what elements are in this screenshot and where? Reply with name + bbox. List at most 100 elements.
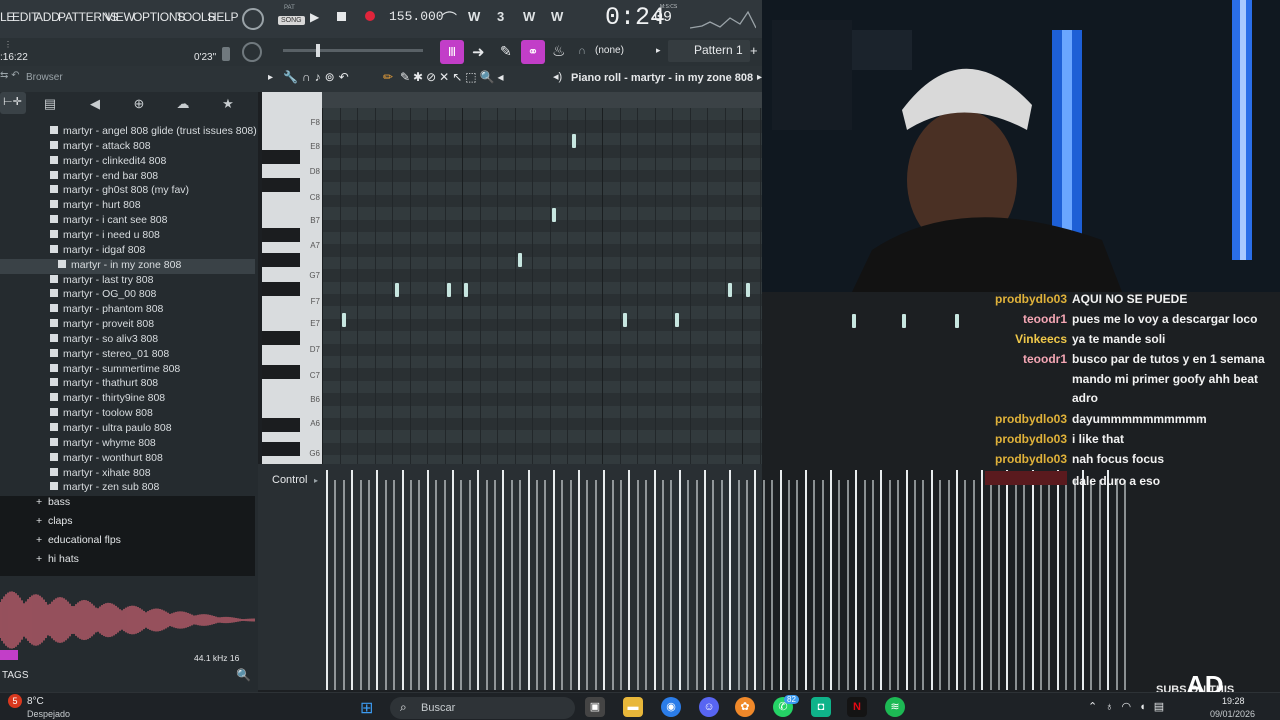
velocity-bar[interactable] — [594, 480, 597, 690]
chat-username[interactable]: prodbydlo03 — [985, 430, 1067, 450]
sample-play-marker[interactable] — [0, 650, 18, 660]
browser-cloud-icon[interactable]: ☁ — [173, 96, 193, 114]
velocity-bar[interactable] — [998, 480, 1000, 690]
link-icon[interactable]: ⚭ — [521, 40, 545, 64]
grid-row[interactable] — [322, 418, 762, 431]
velocity-bar[interactable] — [368, 480, 370, 690]
velocity-bar[interactable] — [762, 480, 765, 690]
browser-item[interactable]: martyr - stereo_01 808 — [0, 348, 255, 363]
velocity-bar[interactable] — [855, 470, 858, 690]
grid-row[interactable] — [322, 244, 762, 257]
grid-row[interactable] — [322, 318, 762, 332]
browser-item[interactable]: martyr - phantom 808 — [0, 303, 255, 318]
note[interactable] — [902, 314, 906, 328]
weather-desc[interactable]: Despejado — [27, 709, 70, 719]
grid-row[interactable] — [322, 194, 762, 208]
browser-item[interactable]: martyr - toolow 808 — [0, 407, 255, 422]
velocity-bar[interactable] — [956, 470, 958, 690]
velocity-bar[interactable] — [1073, 480, 1076, 690]
velocity-bar[interactable] — [695, 480, 698, 690]
velocity-bar[interactable] — [611, 480, 614, 690]
velocity-bar[interactable] — [418, 480, 421, 690]
velocity-bar[interactable] — [452, 470, 454, 690]
chat-username[interactable]: prodbydlo03 — [985, 450, 1067, 470]
metronome-icon[interactable]: ⌒ — [442, 8, 457, 29]
velocity-bar[interactable] — [1107, 470, 1110, 690]
browser-speaker-icon[interactable]: ◀ — [85, 96, 105, 114]
velocity-bar[interactable] — [804, 470, 807, 690]
grid-row[interactable] — [322, 356, 762, 369]
velocity-bar[interactable] — [401, 470, 404, 690]
pattern-name[interactable]: Pattern 1 — [694, 43, 743, 57]
velocity-bar[interactable] — [1040, 480, 1042, 690]
grid-row[interactable] — [322, 256, 762, 270]
velocity-bar[interactable] — [830, 470, 832, 690]
pr-edit-tool-icons[interactable]: ✎✱⊘✕↖⬚🔍◂ — [400, 70, 507, 84]
folder-claps[interactable]: + claps — [0, 515, 255, 534]
velocity-bar[interactable] — [351, 470, 354, 690]
velocity-bar[interactable] — [788, 480, 790, 690]
arrow-right-icon[interactable]: ➜ — [472, 43, 485, 61]
velocity-bar[interactable] — [737, 480, 740, 690]
chat-username[interactable]: teoodr1 — [985, 310, 1067, 330]
grid-row[interactable] — [322, 455, 762, 464]
velocity-bar[interactable] — [410, 480, 412, 690]
velocity-bar[interactable] — [359, 480, 362, 690]
wait-icon[interactable]: W — [468, 9, 480, 24]
velocity-bar[interactable] — [519, 480, 522, 690]
stop-button[interactable] — [337, 12, 346, 21]
velocity-bar[interactable] — [443, 480, 446, 690]
velocity-bar[interactable] — [1031, 470, 1034, 690]
countdown-icon[interactable]: 3 — [497, 9, 504, 24]
grid-row[interactable] — [322, 108, 762, 121]
pr-tool-icons[interactable]: 🔧∩♪⊚↶ — [283, 70, 353, 84]
velocity-bar[interactable] — [527, 470, 530, 690]
velocity-bar[interactable] — [552, 470, 555, 690]
velocity-bar[interactable] — [468, 480, 471, 690]
notification-badge[interactable]: 5 — [8, 694, 22, 708]
song-mode-toggle[interactable]: SONG — [278, 16, 305, 25]
black-key[interactable] — [262, 282, 300, 296]
tempo-display[interactable]: 155.000 — [389, 9, 444, 24]
grid-row[interactable] — [322, 219, 762, 232]
velocity-bar[interactable] — [989, 480, 992, 690]
velocity-bar[interactable] — [1006, 470, 1009, 690]
velocity-bar[interactable] — [930, 470, 933, 690]
browser-item[interactable]: martyr - gh0st 808 (my fav) — [0, 184, 255, 199]
browser-all-tab[interactable]: ⊢✛ — [0, 92, 26, 114]
note[interactable] — [342, 313, 346, 327]
browser-item[interactable]: martyr - wonthurt 808 — [0, 452, 255, 467]
velocity-bar[interactable] — [636, 480, 639, 690]
velocity-bar[interactable] — [1056, 470, 1059, 690]
fl-studio-icon[interactable]: ✿ — [735, 697, 755, 717]
magnet-icon[interactable]: ∩ — [578, 45, 586, 57]
note[interactable] — [552, 208, 556, 222]
velocity-bar[interactable] — [712, 480, 715, 690]
grid-row[interactable] — [322, 380, 762, 394]
velocity-bar[interactable] — [905, 470, 908, 690]
velocity-bar[interactable] — [510, 480, 513, 690]
folder-hi-hats[interactable]: + hi hats — [0, 553, 255, 576]
velocity-bar[interactable] — [544, 480, 547, 690]
velocity-bar[interactable] — [939, 480, 942, 690]
clock-date[interactable]: 09/01/2026 — [1210, 709, 1255, 719]
velocity-bar[interactable] — [485, 480, 488, 690]
note[interactable] — [675, 313, 679, 327]
velocity-bar[interactable] — [662, 480, 664, 690]
velocity-bar[interactable] — [376, 470, 379, 690]
grid-row[interactable] — [322, 120, 762, 133]
note[interactable] — [572, 134, 576, 148]
grid-row[interactable] — [322, 405, 762, 418]
velocity-bar[interactable] — [754, 470, 757, 690]
timeline-ruler[interactable] — [322, 92, 762, 108]
velocity-bar[interactable] — [687, 480, 690, 690]
browser-item[interactable]: martyr - OG_00 808 — [0, 288, 255, 303]
velocity-bar[interactable] — [494, 480, 496, 690]
taskview-icon[interactable]: ▣ — [585, 697, 605, 717]
velocity-bar[interactable] — [838, 480, 841, 690]
windows-start-icon[interactable]: ⊞ — [360, 698, 373, 718]
velocity-bar[interactable] — [586, 480, 589, 690]
browser-item[interactable]: martyr - so aliv3 808 — [0, 333, 255, 348]
browser-item[interactable]: martyr - zen sub 808 — [0, 481, 255, 496]
velocity-bar[interactable] — [561, 480, 564, 690]
